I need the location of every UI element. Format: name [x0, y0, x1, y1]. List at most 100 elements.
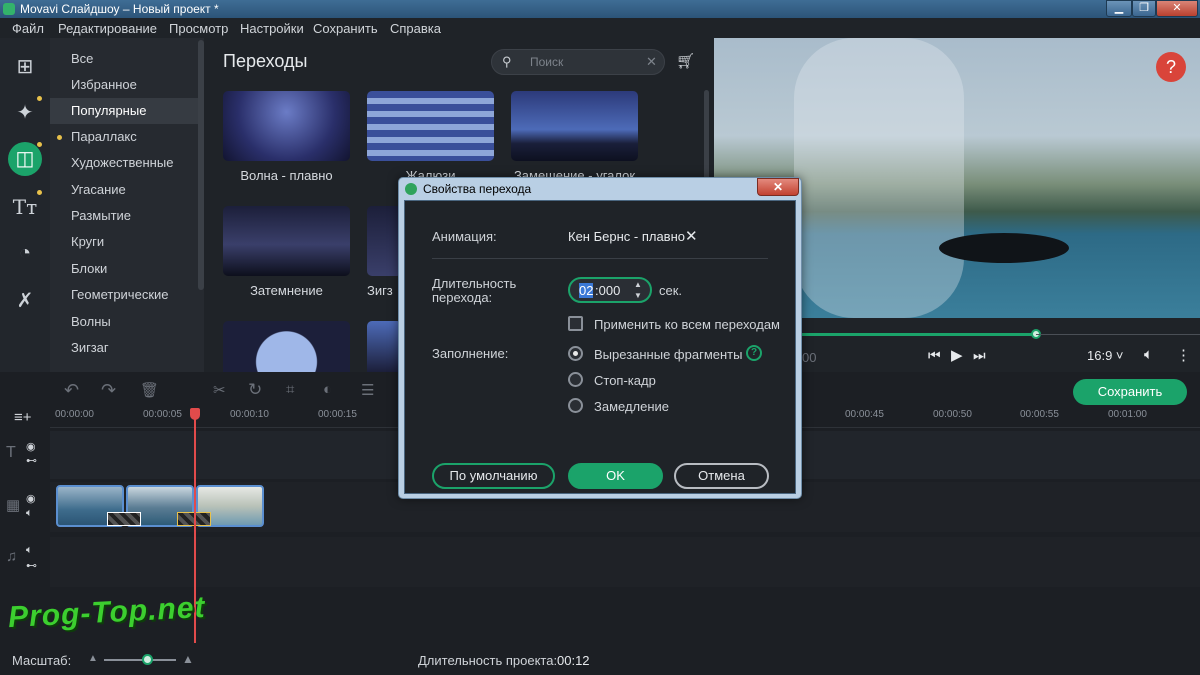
zoom-handle[interactable]	[142, 654, 153, 665]
rotate-icon[interactable]: ↻	[248, 380, 262, 400]
magic-wand-icon[interactable]: ✦	[8, 96, 42, 130]
menu-file[interactable]: Файл	[12, 21, 44, 36]
category-item[interactable]: Волны	[50, 309, 200, 335]
decrement-icon[interactable]: ▼	[634, 291, 642, 300]
duration-selected-part: 02	[579, 283, 594, 298]
zoom-in-icon[interactable]: ▲	[182, 652, 194, 666]
ruler-tick: 00:00:05	[143, 409, 182, 420]
transition-label: Зигз	[367, 283, 393, 298]
transition-thumb[interactable]	[367, 91, 494, 161]
category-item[interactable]: Все	[50, 46, 200, 72]
ruler-tick: 00:00:00	[55, 409, 94, 420]
new-indicator-dot	[37, 96, 42, 101]
menu-edit[interactable]: Редактирование	[58, 21, 157, 36]
tools-icon[interactable]: ✗	[8, 284, 42, 318]
play-icon[interactable]: ▶︎	[951, 346, 963, 364]
transition-thumb[interactable]	[223, 321, 350, 372]
link-icon[interactable]: ⊷	[26, 559, 37, 572]
close-button[interactable]: ✕	[1156, 0, 1198, 17]
stickers-icon[interactable]: ◔	[8, 236, 42, 270]
titles-icon[interactable]: Tт	[8, 190, 42, 224]
prev-frame-icon[interactable]: ⏮︎	[928, 347, 941, 364]
volume-icon[interactable]: 🔈︎	[26, 507, 33, 520]
menu-help[interactable]: Справка	[390, 21, 441, 36]
playhead-handle[interactable]	[190, 408, 200, 420]
transition-label: Затемнение	[250, 283, 323, 298]
save-button[interactable]: Сохранить	[1073, 379, 1187, 405]
ruler-tick: 00:00:10	[230, 409, 269, 420]
tool-sidebar: ⊞ ✦ ◫ Tт ◔ ✗	[0, 38, 50, 372]
title-bar: Movavi Слайдшоу – Новый проект * ▁ ❐ ✕	[0, 0, 1200, 18]
volume-icon[interactable]: 🔈︎	[26, 544, 33, 557]
visibility-icon[interactable]: ◉	[26, 492, 36, 505]
audio-track[interactable]	[50, 537, 1200, 587]
transition-thumb[interactable]	[367, 206, 402, 276]
link-icon[interactable]: ⊷	[26, 454, 37, 467]
remove-animation-icon[interactable]: ✕	[685, 227, 698, 245]
category-item-selected[interactable]: Популярные	[50, 98, 200, 124]
transition-marker[interactable]	[107, 512, 141, 526]
zoom-out-icon[interactable]: ▲	[88, 653, 98, 664]
menu-bar: Файл Редактирование Просмотр Настройки С…	[0, 18, 1200, 38]
crop-icon[interactable]: ⌗	[286, 381, 294, 398]
delete-icon[interactable]: 🗑︎	[140, 381, 159, 399]
fill-option-fragments-radio[interactable]	[568, 346, 583, 361]
cart-icon[interactable]: 🛒︎	[676, 52, 695, 70]
aspect-ratio-select[interactable]: 16:9 ˅	[1087, 348, 1124, 363]
apply-all-checkbox[interactable]	[568, 316, 583, 331]
category-item[interactable]: Угасание	[50, 177, 200, 203]
category-item[interactable]: Избранное	[50, 72, 200, 98]
panel-title: Переходы	[223, 51, 308, 71]
ruler-tick: 00:01:00	[1108, 409, 1147, 420]
category-item[interactable]: Геометрические	[50, 282, 200, 308]
search-input[interactable]: Поиск	[530, 55, 563, 69]
menu-view[interactable]: Просмотр	[169, 21, 228, 36]
fill-option-freeze-radio[interactable]	[568, 372, 583, 387]
transition-thumb[interactable]	[367, 321, 402, 372]
transitions-icon[interactable]: ◫	[8, 142, 42, 176]
maximize-button[interactable]: ❐	[1132, 0, 1156, 17]
default-button[interactable]: По умолчанию	[432, 463, 555, 489]
transition-thumb[interactable]	[223, 206, 350, 276]
cancel-button[interactable]: Отмена	[674, 463, 769, 489]
ok-button[interactable]: OK	[568, 463, 663, 489]
category-item[interactable]: Художественные	[50, 150, 200, 176]
help-icon[interactable]: ?	[746, 345, 762, 361]
divider	[432, 258, 768, 259]
redo-icon[interactable]: ↷	[101, 380, 116, 401]
color-icon[interactable]: ◐	[323, 381, 332, 398]
category-item[interactable]: Параллакс	[50, 124, 200, 150]
search-box[interactable]: ⚲ Поиск ✕	[491, 49, 665, 75]
clear-icon[interactable]: ✕	[646, 54, 657, 70]
help-button[interactable]: ?	[1156, 52, 1186, 82]
properties-icon[interactable]: ☰	[361, 381, 374, 399]
menu-save[interactable]: Сохранить	[313, 21, 378, 36]
menu-settings[interactable]: Настройки	[240, 21, 304, 36]
more-icon[interactable]: ⋮	[1176, 346, 1191, 364]
zoom-slider[interactable]	[104, 659, 176, 661]
visibility-icon[interactable]: ◉	[26, 440, 36, 453]
volume-icon[interactable]: 🔈︎	[1144, 346, 1153, 363]
cut-icon[interactable]: ✂	[213, 381, 226, 399]
preview-progress[interactable]	[800, 333, 1036, 336]
status-bar: Масштаб: ▲ ▲ Длительность проекта: 00:12	[0, 646, 1200, 675]
video-track-icon: ▦	[6, 497, 21, 514]
fill-option-slow-radio[interactable]	[568, 398, 583, 413]
category-item[interactable]: Зигзаг	[50, 335, 200, 361]
import-icon[interactable]: ⊞	[8, 50, 42, 84]
dialog-close-button[interactable]: ✕	[757, 178, 799, 196]
minimize-button[interactable]: ▁	[1106, 0, 1132, 17]
category-item[interactable]: Размытие	[50, 203, 200, 229]
next-frame-icon[interactable]: ⏭︎	[973, 347, 986, 364]
increment-icon[interactable]: ▲	[634, 280, 642, 289]
duration-value: 00:12	[557, 653, 590, 668]
undo-icon[interactable]: ↶	[64, 380, 79, 401]
transition-thumb[interactable]	[223, 91, 350, 161]
category-item[interactable]: Блоки	[50, 256, 200, 282]
ruler-tick: 00:00:45	[845, 409, 884, 420]
transition-thumb[interactable]	[511, 91, 638, 161]
duration-input[interactable]: 02 :000 ▲ ▼	[568, 277, 652, 303]
add-track-icon[interactable]: ≡+	[14, 409, 32, 426]
category-item[interactable]: Круги	[50, 229, 200, 255]
fill-option-label: Стоп-кадр	[594, 373, 656, 388]
